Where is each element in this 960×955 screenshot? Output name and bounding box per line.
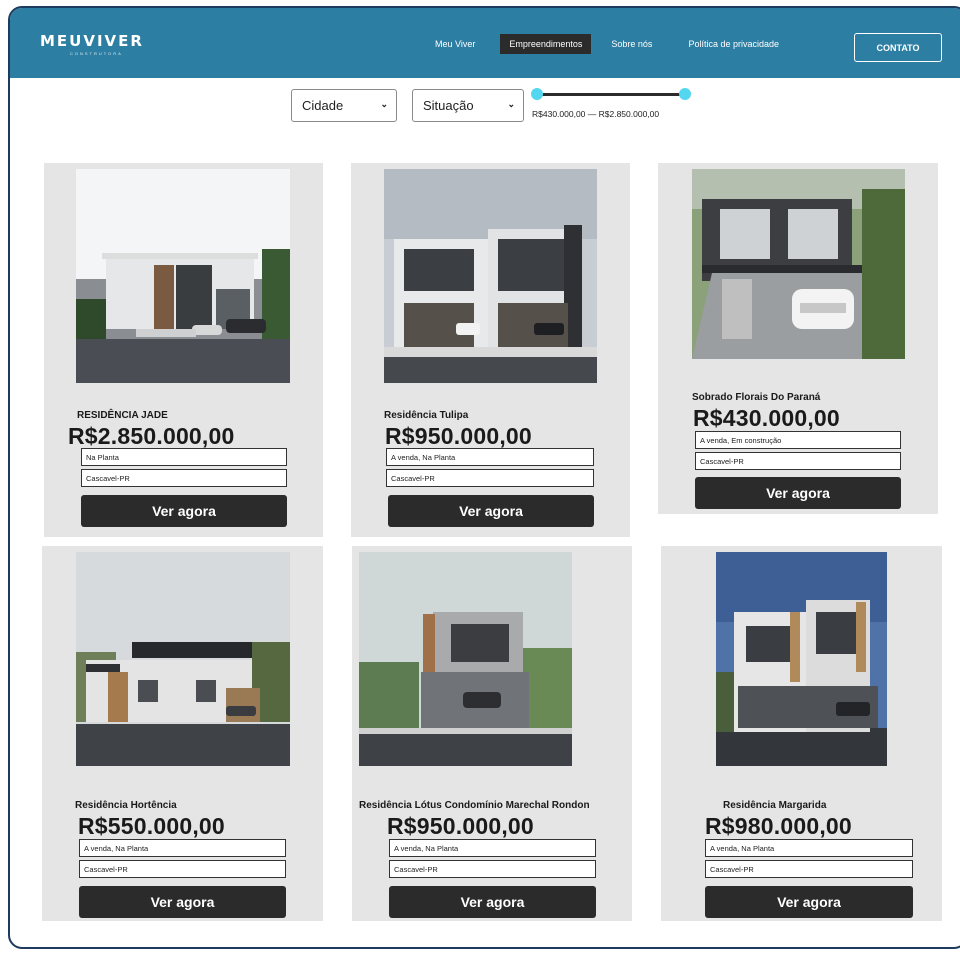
- main-nav: Meu Viver Empreendimentos Sobre nós Polí…: [426, 34, 803, 54]
- listing-card: Sobrado Florais Do Paraná R$430.000,00 A…: [658, 163, 938, 514]
- listing-status: A venda, Na Planta: [389, 839, 596, 857]
- listing-price: R$2.850.000,00: [68, 423, 235, 449]
- company-logo[interactable]: MEUVIVER CONSTRUTORA: [40, 32, 144, 57]
- house-photo[interactable]: [692, 169, 905, 359]
- listing-title: Sobrado Florais Do Paraná: [692, 392, 821, 403]
- slider-min-handle[interactable]: [531, 88, 543, 100]
- ver-agora-button[interactable]: Ver agora: [695, 477, 901, 509]
- logo-subtext: CONSTRUTORA: [70, 51, 123, 56]
- status-select-value: Situação: [423, 98, 474, 113]
- chevron-down-icon: ⌄: [380, 99, 388, 109]
- nav-sobre-nos[interactable]: Sobre nós: [602, 34, 661, 54]
- nav-politica-privacidade[interactable]: Política de privacidade: [679, 34, 788, 54]
- ver-agora-button[interactable]: Ver agora: [705, 886, 913, 918]
- listing-title: Residência Hortência: [75, 800, 177, 811]
- ver-agora-button[interactable]: Ver agora: [389, 886, 596, 918]
- listing-card: Residência Hortência R$550.000,00 A vend…: [42, 546, 323, 921]
- house-photo[interactable]: [359, 552, 572, 766]
- house-photo[interactable]: [76, 169, 290, 383]
- listing-title: Residência Lótus Condomínio Marechal Ron…: [359, 800, 590, 811]
- listing-status: A venda, Na Planta: [386, 448, 594, 466]
- city-select-value: Cidade: [302, 98, 344, 113]
- listing-title: Residência Margarida: [723, 800, 827, 811]
- house-photo[interactable]: [384, 169, 597, 383]
- listing-location: Cascavel-PR: [705, 860, 913, 878]
- price-range-slider[interactable]: R$430.000,00 — R$2.850.000,00: [530, 84, 710, 124]
- listing-status: Na Planta: [81, 448, 287, 466]
- header-bar: MEUVIVER CONSTRUTORA Meu Viver Empreendi…: [10, 8, 960, 78]
- ver-agora-button[interactable]: Ver agora: [81, 495, 287, 527]
- filter-bar: Cidade ⌄ Situação ⌄ R$430.000,00 — R$2.8…: [10, 84, 960, 144]
- house-photo[interactable]: [76, 552, 290, 766]
- listing-price: R$430.000,00: [693, 405, 840, 431]
- listing-status: A venda, Na Planta: [79, 839, 286, 857]
- listing-card: RESIDÊNCIA JADE R$2.850.000,00 Na Planta…: [44, 163, 323, 537]
- listing-location: Cascavel-PR: [81, 469, 287, 487]
- listing-title: RESIDÊNCIA JADE: [77, 410, 168, 421]
- nav-meu-viver[interactable]: Meu Viver: [426, 34, 484, 54]
- listing-card: Residência Tulipa R$950.000,00 A venda, …: [351, 163, 630, 537]
- listing-price: R$980.000,00: [705, 813, 852, 839]
- house-photo[interactable]: [716, 552, 887, 766]
- listing-location: Cascavel-PR: [695, 452, 901, 470]
- city-select[interactable]: Cidade ⌄: [291, 89, 397, 122]
- ver-agora-button[interactable]: Ver agora: [388, 495, 594, 527]
- nav-empreendimentos[interactable]: Empreendimentos: [500, 34, 592, 54]
- chevron-down-icon: ⌄: [507, 99, 515, 109]
- listing-status: A venda, Na Planta: [705, 839, 913, 857]
- listing-price: R$550.000,00: [78, 813, 225, 839]
- logo-text: MEUVIVER: [40, 32, 144, 50]
- slider-track[interactable]: [538, 93, 684, 96]
- contact-button[interactable]: CONTATO: [854, 33, 942, 62]
- listing-location: Cascavel-PR: [389, 860, 596, 878]
- price-range-label: R$430.000,00 — R$2.850.000,00: [532, 109, 660, 119]
- listing-price: R$950.000,00: [385, 423, 532, 449]
- slider-max-handle[interactable]: [679, 88, 691, 100]
- listing-card: Residência Lótus Condomínio Marechal Ron…: [352, 546, 632, 921]
- listing-price: R$950.000,00: [387, 813, 534, 839]
- listing-status: A venda, Em construção: [695, 431, 901, 449]
- listing-location: Cascavel-PR: [386, 469, 594, 487]
- browser-frame: MEUVIVER CONSTRUTORA Meu Viver Empreendi…: [8, 6, 960, 949]
- listing-location: Cascavel-PR: [79, 860, 286, 878]
- listing-card: Residência Margarida R$980.000,00 A vend…: [661, 546, 942, 921]
- ver-agora-button[interactable]: Ver agora: [79, 886, 286, 918]
- status-select[interactable]: Situação ⌄: [412, 89, 524, 122]
- listing-title: Residência Tulipa: [384, 410, 469, 421]
